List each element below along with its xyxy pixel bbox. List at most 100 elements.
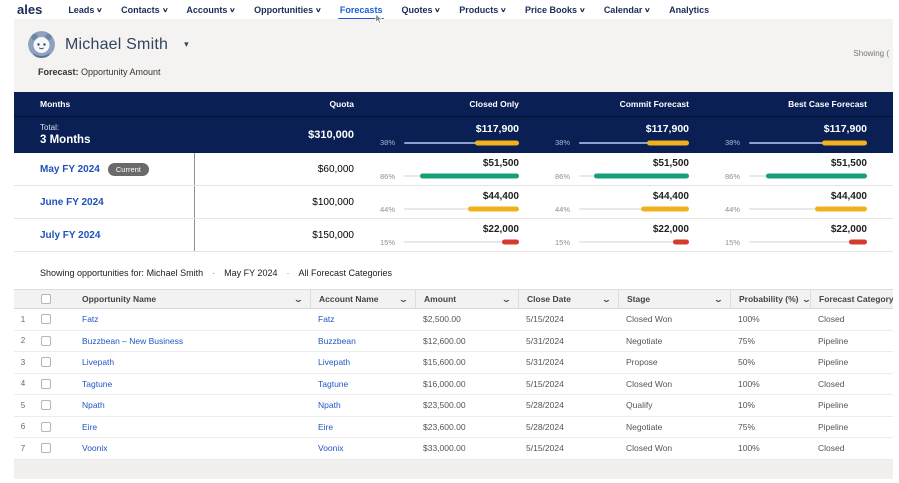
col-header-commit-forecast: Commit Forecast [619, 99, 689, 109]
opportunity-name-link[interactable]: Eire [74, 422, 310, 432]
forecast-bar: 44% [555, 205, 689, 214]
row-checkbox[interactable] [41, 443, 51, 454]
nav-tab-label: Quotes [401, 4, 433, 15]
user-row: Michael Smith ▾ [28, 31, 879, 58]
filter-dot: · [286, 268, 290, 278]
close-date-cell: 5/28/2024 [526, 400, 564, 411]
account-name-link[interactable]: Buzzbean [310, 336, 415, 346]
forecast-amount: $44,400 [652, 190, 689, 202]
opportunity-name-link[interactable]: Voonix [74, 443, 310, 453]
chevron-down-icon[interactable]: ⌄ [502, 295, 512, 304]
forecast-amount: $51,500 [830, 157, 867, 169]
bar-fill [468, 206, 519, 212]
month-link[interactable]: July FY 2024 [40, 230, 100, 241]
bar-track [749, 140, 867, 145]
col-header-forecast-category[interactable]: Forecast Category⌄ [810, 290, 893, 308]
forecast-category-cell: Pipeline [818, 335, 849, 346]
month-link[interactable]: June FY 2024 [40, 197, 104, 208]
nav-tab-forecasts[interactable]: Forecasts [337, 5, 384, 24]
col-header-account-name[interactable]: Account Name ⌄ [310, 290, 415, 308]
account-name-link[interactable]: Fatz [310, 314, 415, 324]
row-checkbox[interactable] [41, 421, 51, 432]
opportunities-filter-line: Showing opportunities for: Michael Smith… [14, 268, 893, 278]
row-checkbox[interactable] [41, 335, 51, 346]
bar-fill [849, 239, 867, 245]
row-select-cell [32, 421, 74, 432]
row-number: 4 [20, 379, 26, 389]
probability-cell: 100% [738, 314, 760, 325]
row-checkbox[interactable] [41, 400, 51, 411]
forecast-type: Forecast: Opportunity Amount [28, 67, 879, 77]
bar-fill [501, 239, 519, 245]
nav-tab-analytics[interactable]: Analytics [669, 5, 709, 15]
chevron-down-icon: ∨ [161, 6, 169, 14]
bar-track [579, 140, 689, 145]
row-checkbox[interactable] [41, 314, 51, 325]
app-logo: ales [17, 2, 43, 17]
opportunity-name-link[interactable]: Tagtune [74, 379, 310, 389]
nav-tab-accounts[interactable]: Accounts ∨ [186, 5, 236, 15]
account-name-link[interactable]: Livepath [310, 357, 415, 367]
month-link[interactable]: May FY 2024 [40, 164, 100, 175]
bar-track [579, 173, 689, 179]
user-dropdown-caret-icon[interactable]: ▾ [184, 39, 189, 50]
bar-fill [672, 239, 689, 245]
nav-tab-label: Leads [68, 4, 95, 15]
chevron-down-icon[interactable]: ⌄ [714, 295, 724, 304]
select-all-checkbox[interactable] [41, 294, 51, 304]
attainment-percent: 86% [555, 171, 571, 181]
opportunity-row: 7 Voonix Voonix $33,000.00 5/15/2024 Closed W… [14, 438, 893, 460]
nav-tab-calendar[interactable]: Calendar ∨ [604, 5, 651, 15]
opportunity-name-link[interactable]: Npath [74, 400, 310, 410]
total-cell-closed-only: $117,900 38% [370, 123, 545, 147]
opportunity-name-link[interactable]: Buzzbean – New Business [74, 336, 310, 346]
nav-tab-contacts[interactable]: Contacts ∨ [121, 5, 169, 15]
nav-tab-leads[interactable]: Leads ∨ [68, 4, 103, 15]
chevron-down-icon[interactable]: ⌄ [801, 295, 810, 304]
nav-tab-products[interactable]: Products ∨ [459, 5, 507, 15]
bar-fill [594, 173, 689, 179]
nav-tab-opportunities[interactable]: Opportunities ∨ [254, 5, 322, 15]
opportunity-name-link[interactable]: Livepath [74, 357, 310, 367]
account-name-link[interactable]: Eire [310, 422, 415, 432]
chevron-down-icon[interactable]: ⌄ [399, 295, 409, 304]
chevron-down-icon[interactable]: ⌄ [294, 295, 304, 304]
col-header-stage[interactable]: Stage ⌄ [618, 290, 730, 308]
opportunities-panel: Showing opportunities for: Michael Smith… [14, 252, 893, 460]
attainment-percent: 44% [380, 204, 396, 214]
month-cell-closed-only: $44,400 44% [370, 191, 545, 214]
opportunity-name-link[interactable]: Fatz [74, 314, 310, 324]
forecast-bar: 38% [725, 138, 867, 147]
current-badge: Current [107, 162, 149, 176]
col-header-label: Opportunity Name [82, 294, 157, 304]
row-select-cell [32, 314, 74, 325]
col-header-amount[interactable]: Amount ⌄ [415, 290, 518, 308]
col-header-opportunity-name[interactable]: Opportunity Name ⌄ [74, 290, 310, 308]
forecast-amount: $117,900 [823, 123, 867, 135]
row-checkbox[interactable] [41, 378, 51, 389]
col-header-quota: Quota [329, 99, 354, 109]
account-name-link[interactable]: Npath [310, 400, 415, 410]
account-name-link[interactable]: Tagtune [310, 379, 415, 389]
user-avatar [28, 31, 55, 58]
col-header-months: Months [40, 99, 71, 109]
account-name-link[interactable]: Voonix [310, 443, 415, 453]
nav-tab-quotes[interactable]: Quotes ∨ [401, 4, 441, 15]
bar-track [749, 173, 867, 179]
forecast-bar: 15% [725, 238, 867, 247]
chevron-down-icon[interactable]: ⌄ [602, 295, 612, 304]
bar-fill [420, 173, 519, 179]
row-select-cell [32, 400, 74, 411]
col-header-close-date[interactable]: Close Date ⌄ [518, 290, 618, 308]
month-cell-closed-only: $22,000 15% [370, 224, 545, 247]
nav-tab-price-books[interactable]: Price Books ∨ [525, 5, 586, 15]
forecast-month-row: July FY 2024 $150,000 $22,000 15% $22,000 15%… [14, 219, 893, 252]
total-cell-best-case-forecast: $117,900 38% [715, 123, 893, 147]
forecast-amount: $22,000 [830, 223, 867, 235]
row-checkbox[interactable] [41, 357, 51, 368]
forecast-bar: 15% [555, 238, 689, 247]
col-header-probability[interactable]: Probability (%) ⌄ [730, 290, 810, 308]
row-number: 3 [20, 357, 26, 367]
chevron-down-icon: ∨ [579, 6, 586, 14]
amount-cell: $15,600.00 [423, 357, 466, 368]
